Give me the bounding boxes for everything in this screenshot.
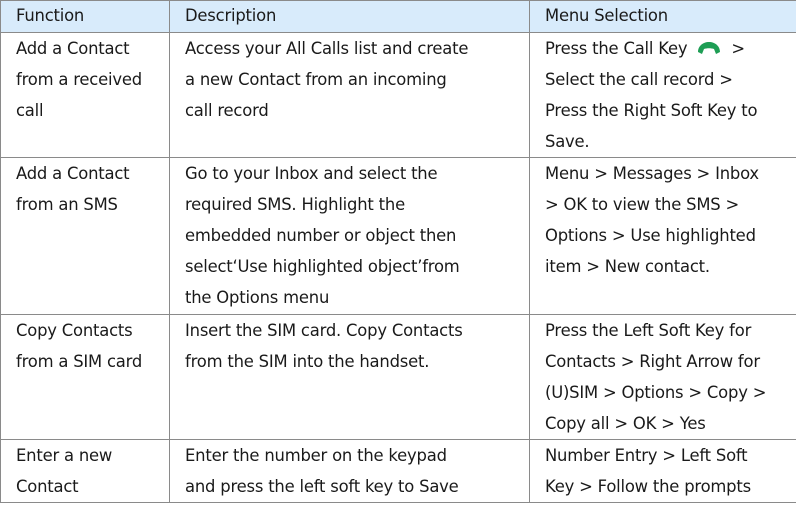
menu-line: Number Entry > Left Soft	[545, 446, 748, 465]
function-line: Copy Contacts	[16, 321, 133, 340]
contacts-function-table: Function Description Menu Selection Add …	[0, 0, 796, 503]
description-line: from the SIM into the handset.	[185, 352, 430, 371]
menu-line: Select the call record >	[545, 70, 733, 89]
menu-line: Copy all > OK > Yes	[545, 414, 706, 433]
menu-line: Save.	[545, 132, 590, 151]
function-line: Add a Contact	[16, 39, 130, 58]
menu-line: Press the Left Soft Key for	[545, 321, 752, 340]
function-line: Add a Contact	[16, 164, 130, 183]
description-line: embedded number or object then	[185, 226, 457, 245]
menu-line: Options > Use highlighted	[545, 226, 756, 245]
description-line: Go to your Inbox and select the	[185, 164, 438, 183]
header-function: Function	[0, 0, 170, 33]
menu-line: Menu > Messages > Inbox	[545, 164, 759, 183]
menu-line: Press the Call Key >	[545, 33, 788, 64]
function-cell: Add a Contact from a received call	[0, 32, 170, 158]
description-cell: Enter the number on the keypad and press…	[169, 439, 530, 503]
description-line: required SMS. Highlight the	[185, 195, 405, 214]
description-line: Enter the number on the keypad	[185, 446, 447, 465]
description-line: Access your All Calls list and create	[185, 39, 469, 58]
function-line: from a received	[16, 70, 142, 89]
description-line: the Options menu	[185, 288, 330, 307]
function-line: Enter a new	[16, 446, 113, 465]
menu-line: Key > Follow the prompts	[545, 477, 751, 496]
description-line: select‘Use highlighted object’from	[185, 257, 460, 276]
menu-line-text: Press the Call Key	[545, 39, 688, 58]
header-description: Description	[169, 0, 530, 33]
menu-selection-cell: Menu > Messages > Inbox > OK to view the…	[529, 157, 796, 315]
header-row: Function Description Menu Selection	[0, 0, 796, 33]
description-cell: Go to your Inbox and select the required…	[169, 157, 530, 315]
header-menu-selection: Menu Selection	[529, 0, 796, 33]
function-cell: Copy Contacts from a SIM card	[0, 314, 170, 440]
description-line: and press the left soft key to Save	[185, 477, 459, 496]
menu-line-suffix: >	[731, 39, 745, 58]
description-cell: Insert the SIM card. Copy Contacts from …	[169, 314, 530, 440]
table-row: Copy Contacts from a SIM card Insert the…	[0, 314, 796, 440]
menu-line: (U)SIM > Options > Copy >	[545, 383, 767, 402]
function-line: call	[16, 101, 44, 120]
description-line: Insert the SIM card. Copy Contacts	[185, 321, 463, 340]
function-cell: Enter a new Contact	[0, 439, 170, 503]
table-row: Add a Contact from an SMS Go to your Inb…	[0, 157, 796, 315]
phone-handset-icon	[698, 42, 721, 54]
function-line: from an SMS	[16, 195, 118, 214]
menu-line: > OK to view the SMS >	[545, 195, 740, 214]
table-row: Enter a new Contact Enter the number on …	[0, 439, 796, 503]
menu-line: Press the Right Soft Key to	[545, 101, 758, 120]
menu-selection-cell: Press the Left Soft Key for Contacts > R…	[529, 314, 796, 440]
description-line: call record	[185, 101, 269, 120]
function-line: from a SIM card	[16, 352, 143, 371]
table-row: Add a Contact from a received call Acces…	[0, 32, 796, 158]
description-line: a new Contact from an incoming	[185, 70, 447, 89]
menu-selection-cell: Press the Call Key > Select the call reco…	[529, 32, 796, 158]
description-cell: Access your All Calls list and create a …	[169, 32, 530, 158]
menu-line: Contacts > Right Arrow for	[545, 352, 760, 371]
menu-line: item > New contact.	[545, 257, 710, 276]
function-cell: Add a Contact from an SMS	[0, 157, 170, 315]
function-line: Contact	[16, 477, 79, 496]
menu-selection-cell: Number Entry > Left Soft Key > Follow th…	[529, 439, 796, 503]
